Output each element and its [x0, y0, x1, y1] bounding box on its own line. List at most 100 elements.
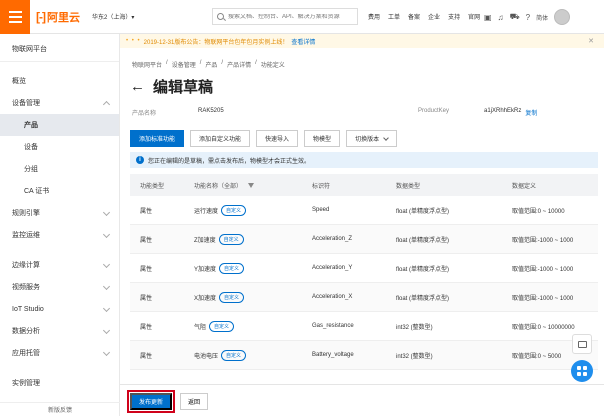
- sidebar-item-overview[interactable]: 概览: [0, 70, 119, 92]
- custom-tag: 自定义: [219, 262, 245, 274]
- sidebar-item-ca-cert[interactable]: CA 证书: [0, 180, 119, 202]
- language-switch[interactable]: 简体: [536, 13, 548, 22]
- top-link-support[interactable]: 支持: [448, 12, 460, 21]
- product-name-value: RAK5205: [198, 108, 224, 114]
- cell-identifier: Speed: [312, 207, 330, 213]
- cart-icon[interactable]: ⛟: [510, 12, 520, 22]
- header-data-type: 数据类型: [396, 183, 421, 190]
- table-row[interactable]: 属性 Y加速度 自定义 Acceleration_Y float (单精度浮点型) 取值范…: [130, 254, 598, 283]
- custom-tag: 自定义: [218, 233, 244, 245]
- avatar[interactable]: [554, 9, 571, 25]
- header-data-definition: 数据定义: [512, 183, 537, 190]
- top-link-official[interactable]: 官网: [468, 12, 480, 21]
- top-link-fees[interactable]: 费用: [368, 12, 380, 21]
- sidebar-item-group[interactable]: 分组: [0, 158, 119, 180]
- global-search[interactable]: [212, 8, 358, 25]
- table-row[interactable]: 属性 运行速度 自定义 Speed float (单精度浮点型) 取值范围:0 ~ 100…: [130, 196, 598, 225]
- chat-icon[interactable]: [572, 334, 592, 354]
- sidebar-item-edge-computing[interactable]: 边缘计算: [0, 254, 119, 276]
- function-name-text: 运行速度: [194, 208, 219, 215]
- sidebar-item-label: 设备管理: [12, 100, 40, 107]
- function-name-text: 气阻: [194, 324, 207, 331]
- bell-icon[interactable]: ♫: [498, 13, 504, 22]
- search-icon: [217, 13, 224, 20]
- table-row[interactable]: 属性 电池电压 自定义 Battery_voltage int32 (整数型) 取值范围:…: [130, 341, 598, 370]
- top-link-ticket[interactable]: 工单: [388, 12, 400, 21]
- cell-identifier: Gas_resistance: [312, 323, 354, 329]
- announcement-text: 2019-12-31版布公告：物联网平台包年包月实例上线！: [143, 39, 289, 46]
- dots-icon: • • •: [126, 38, 141, 44]
- footer-actions: 发布更新 返回: [120, 384, 604, 416]
- cell-function-name: X加速度 自定义: [194, 291, 312, 303]
- sidebar-item-label: 规则引擎: [12, 210, 40, 217]
- header-function-type: 功能类型: [140, 183, 165, 190]
- search-input[interactable]: [228, 13, 348, 20]
- publish-update-button[interactable]: 发布更新: [127, 390, 175, 413]
- breadcrumb-separator: /: [166, 60, 168, 66]
- sidebar-item-label: IoT Studio: [12, 305, 44, 313]
- switch-version-dropdown[interactable]: 切换版本: [346, 130, 398, 147]
- quick-import-button[interactable]: 快速导入: [256, 130, 299, 147]
- sidebar-item-label: 产品: [24, 122, 38, 129]
- info-icon: i: [136, 156, 144, 164]
- table-row[interactable]: 属性 Z加速度 自定义 Acceleration_Z float (单精度浮点型) 取值范…: [130, 225, 598, 254]
- sidebar-item-rule-engine[interactable]: 规则引擎: [0, 202, 119, 224]
- table-header: 功能类型 功能名称（全部） 标识符 数据类型 数据定义: [130, 174, 598, 196]
- sidebar-item-monitoring[interactable]: 监控运维: [0, 224, 119, 246]
- sidebar-item-instance-management[interactable]: 实例管理: [0, 372, 119, 394]
- cell-data-type: float (单精度浮点型): [396, 208, 450, 215]
- product-key-value: a1jXRhhEkRz: [484, 108, 522, 114]
- filter-icon[interactable]: [248, 182, 255, 188]
- cell-identifier: Acceleration_Z: [312, 236, 353, 242]
- tsl-model-button[interactable]: 物模型: [304, 130, 341, 147]
- breadcrumb-device-management[interactable]: 设备管理: [172, 60, 196, 69]
- cell-data-definition: 取值范围:0 ~ 10000000: [512, 324, 575, 331]
- sidebar-item-device-management[interactable]: 设备管理: [0, 92, 119, 114]
- top-link-icp[interactable]: 备案: [408, 12, 420, 21]
- table-row[interactable]: 属性 气阻 自定义 Gas_resistance int32 (整数型) 取值范围:0 ~…: [130, 312, 598, 341]
- cell-function-type: 属性: [140, 266, 153, 273]
- announcement-link[interactable]: 查看详情: [291, 37, 315, 46]
- sidebar-item-product[interactable]: 产品: [0, 114, 119, 136]
- cell-function-name: 运行速度 自定义: [194, 204, 312, 216]
- breadcrumb-product-detail[interactable]: 产品详情: [227, 60, 251, 69]
- aliyun-logo[interactable]: [-] 阿里云: [36, 9, 80, 25]
- sidebar-item-video-service[interactable]: 视频服务: [0, 276, 119, 298]
- apps-grid-icon[interactable]: [571, 360, 593, 382]
- sidebar-item-device[interactable]: 设备: [0, 136, 119, 158]
- sidebar-item-app-hosting[interactable]: 应用托管: [0, 342, 119, 364]
- breadcrumb-iot-platform[interactable]: 物联网平台: [132, 60, 162, 69]
- back-button[interactable]: 返回: [180, 393, 208, 410]
- chevron-down-icon: [102, 304, 111, 313]
- cell-data-definition: 取值范围:-1000 ~ 1000: [512, 266, 574, 273]
- cell-data-type: float (单精度浮点型): [396, 237, 450, 244]
- menu-icon[interactable]: [0, 0, 30, 34]
- chevron-down-icon: [383, 134, 389, 141]
- back-arrow-icon[interactable]: ←: [130, 78, 145, 95]
- top-link-enterprise[interactable]: 企业: [428, 12, 440, 21]
- sidebar-item-iot-studio[interactable]: IoT Studio: [0, 298, 119, 320]
- add-standard-function-button[interactable]: 添加标准功能: [130, 130, 185, 147]
- header-function-name[interactable]: 功能名称（全部）: [194, 181, 312, 190]
- sidebar-item-label: 边缘计算: [12, 262, 40, 269]
- sidebar-item-data-analysis[interactable]: 数据分析: [0, 320, 119, 342]
- cell-function-type: 属性: [140, 208, 153, 215]
- main-content: 物联网平台 / 设备管理 / 产品 / 产品详情 / 功能定义 ← 编辑草稿 产…: [120, 48, 604, 416]
- terminal-icon[interactable]: ▣: [484, 13, 492, 22]
- sidebar-item-label: 监控运维: [12, 232, 40, 239]
- custom-tag: 自定义: [221, 204, 247, 216]
- breadcrumb-product[interactable]: 产品: [205, 60, 217, 69]
- table-row[interactable]: 属性 X加速度 自定义 Acceleration_X float (单精度浮点型) 取值范…: [130, 283, 598, 312]
- add-custom-function-button[interactable]: 添加自定义功能: [190, 130, 251, 147]
- top-icons: ▣ ♫ ⛟ ? 简体: [484, 9, 571, 25]
- header-function-name-label: 功能名称（全部）: [194, 183, 243, 190]
- help-icon[interactable]: ?: [526, 13, 530, 22]
- breadcrumb-separator: /: [221, 60, 224, 66]
- sidebar-item-label: CA 证书: [24, 188, 50, 195]
- sidebar-item-label: 分组: [24, 166, 38, 173]
- region-selector[interactable]: 华东2（上海）▾: [92, 12, 134, 21]
- copy-link[interactable]: 复制: [525, 108, 537, 117]
- cell-function-name: Y加速度 自定义: [194, 262, 312, 274]
- sidebar-feedback-link[interactable]: 新版反馈: [0, 402, 120, 416]
- close-icon[interactable]: ✕: [588, 37, 594, 45]
